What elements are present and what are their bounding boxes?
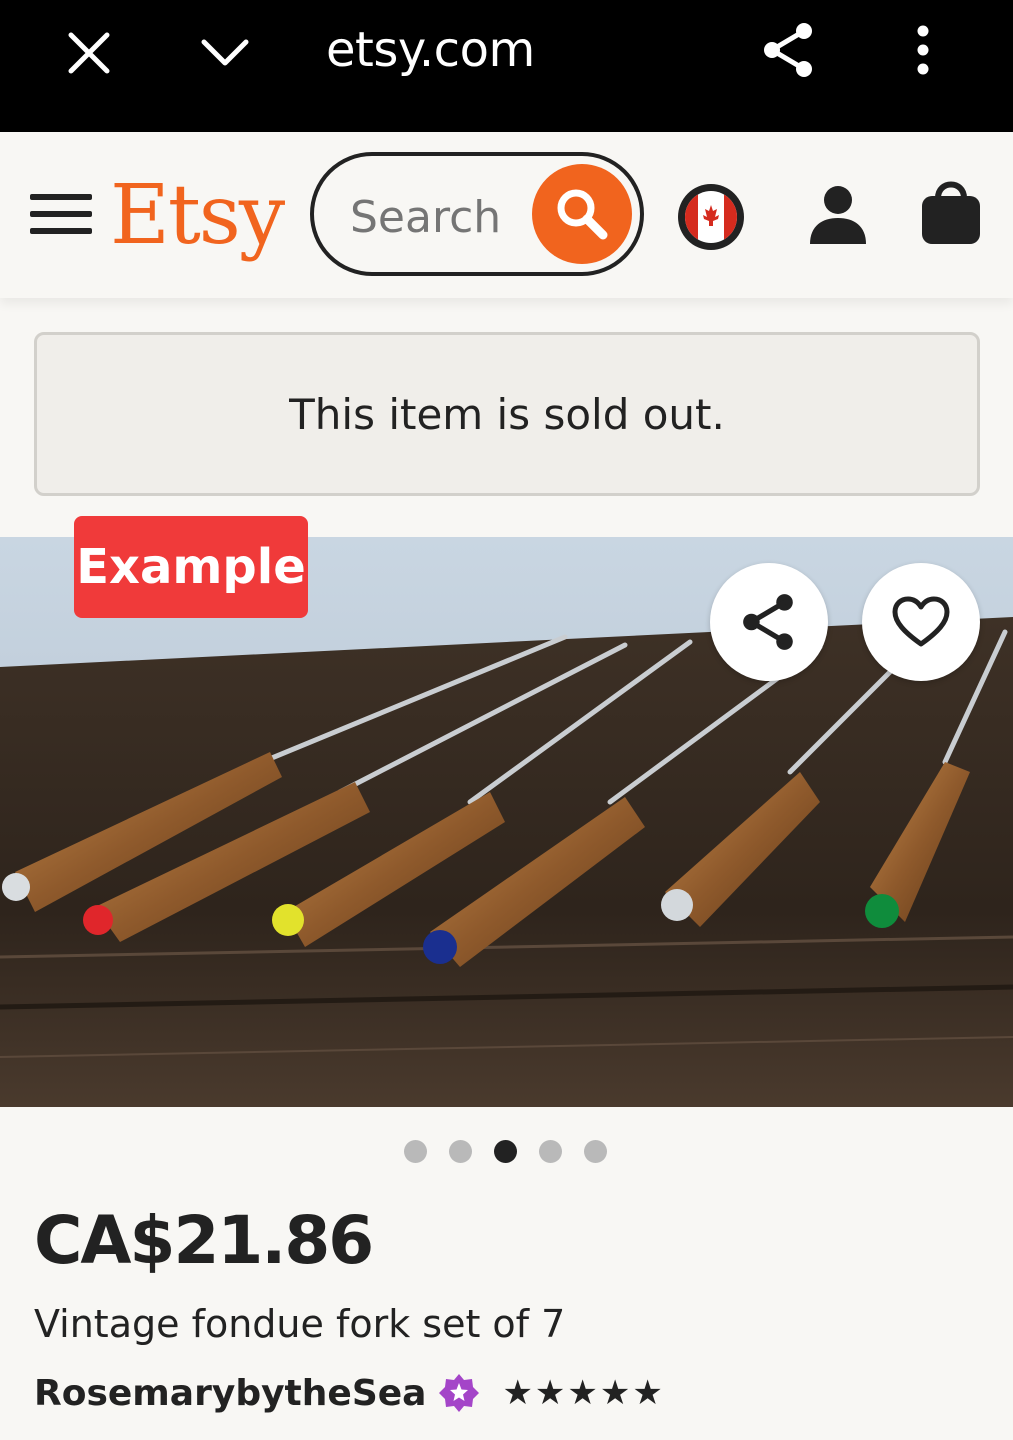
carousel-dot[interactable]	[584, 1140, 607, 1163]
user-icon[interactable]	[806, 182, 870, 246]
sold-out-notice: This item is sold out.	[34, 332, 980, 496]
site-header: Etsy	[0, 132, 1013, 298]
star-seller-icon	[439, 1374, 480, 1412]
example-badge: Example	[74, 516, 308, 618]
carousel-indicator	[404, 1140, 614, 1164]
search-input[interactable]	[350, 192, 530, 243]
search-bar[interactable]	[310, 152, 644, 276]
listing-title: Vintage fondue fork set of 7	[34, 1302, 566, 1346]
shop-rating-stars[interactable]: ★★★★★	[502, 1373, 664, 1413]
more-vert-icon[interactable]	[900, 18, 946, 82]
listing-price: CA$21.86	[34, 1202, 374, 1279]
canada-flag-icon[interactable]	[678, 184, 744, 250]
chevron-down-icon[interactable]	[196, 24, 254, 82]
search-button[interactable]	[532, 164, 632, 264]
share-icon	[743, 594, 793, 650]
shop-name-link[interactable]: RosemarybytheSea	[34, 1373, 426, 1414]
close-icon[interactable]	[60, 24, 118, 82]
carousel-dot-active[interactable]	[494, 1140, 517, 1163]
carousel-dot[interactable]	[404, 1140, 427, 1163]
carousel-dot[interactable]	[449, 1140, 472, 1163]
search-icon	[557, 189, 608, 240]
share-listing-button[interactable]	[710, 563, 828, 681]
favorite-button[interactable]	[862, 563, 980, 681]
carousel-dot[interactable]	[539, 1140, 562, 1163]
browser-toolbar: etsy.com	[0, 0, 1013, 132]
shop-info: RosemarybytheSea ★★★★★	[34, 1368, 665, 1418]
heart-icon	[892, 596, 950, 647]
shopping-bag-icon[interactable]	[918, 176, 984, 246]
browser-url[interactable]: etsy.com	[326, 22, 535, 78]
etsy-logo[interactable]: Etsy	[110, 168, 285, 263]
menu-icon[interactable]	[30, 194, 92, 236]
share-icon[interactable]	[758, 18, 820, 82]
